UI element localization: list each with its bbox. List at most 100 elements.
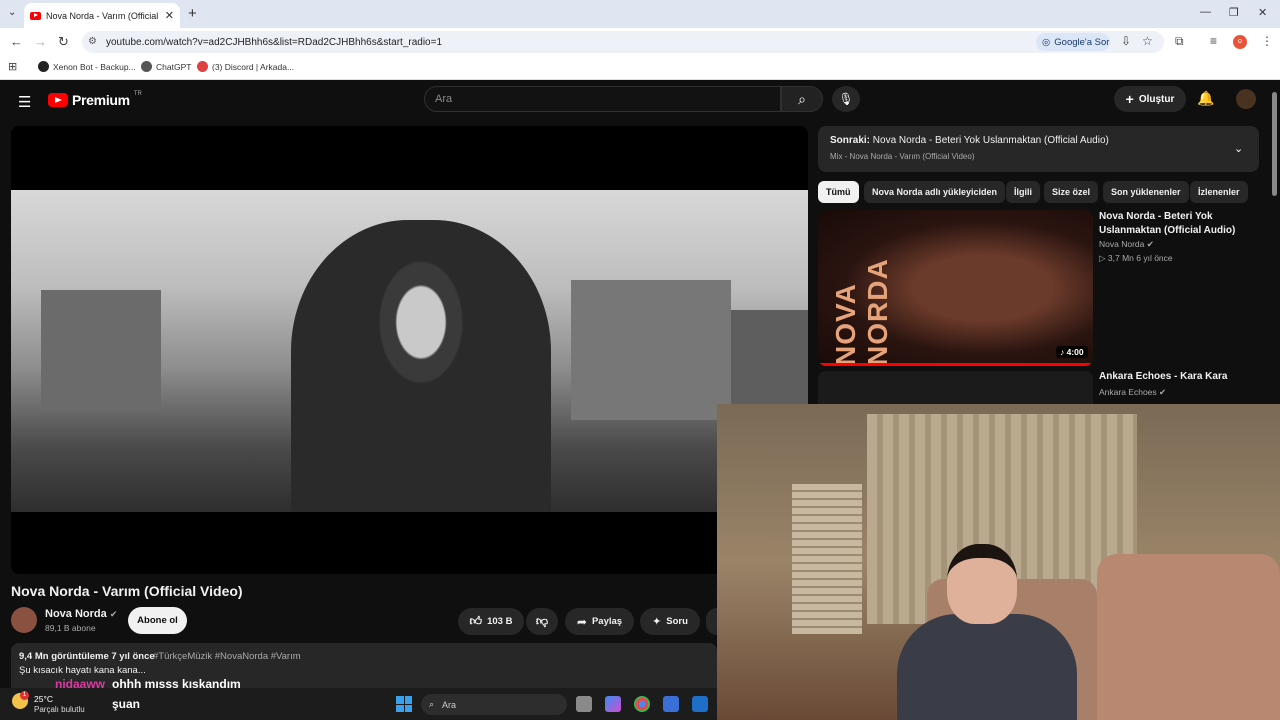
close-window-icon[interactable]: ✕ (1258, 6, 1267, 19)
bookmark-xenon[interactable]: Xenon Bot - Backup... (38, 61, 136, 72)
create-label: Oluştur (1138, 93, 1175, 105)
duration-badge: ♪ 4:00 (1056, 346, 1088, 358)
recommendation-title[interactable]: Nova Norda - Beteri Yok Uslanmaktan (Off… (1099, 210, 1259, 238)
sparkle-icon: ✦ (652, 616, 662, 628)
share-label: Paylaş (591, 616, 623, 627)
browser-tab[interactable]: Nova Norda - Varım (Official Vi ✕ (24, 3, 180, 28)
music-note-icon: ♪ (1060, 347, 1067, 357)
recommendation-thumbnail[interactable] (818, 371, 1093, 404)
apps-grid-icon[interactable]: ⊞ (8, 60, 17, 73)
page-scrollbar[interactable] (1272, 92, 1277, 196)
voice-search-button[interactable]: 🎙 (832, 86, 860, 112)
ask-google-button[interactable]: ◎ Google'a Sor (1036, 33, 1110, 51)
tab-search-icon[interactable]: ⌄ (8, 7, 16, 18)
region-code: TR (133, 91, 142, 97)
view-count: 9,4 Mn görüntüleme 7 yıl önce (19, 651, 155, 662)
notifications-bell-icon[interactable]: 🔔 (1197, 90, 1214, 107)
webcam-overlay (717, 404, 1280, 720)
chip-related[interactable]: İlgili (1006, 181, 1040, 203)
video-title: Nova Norda - Varım (Official Video) (11, 583, 243, 599)
taskbar-search[interactable]: ⌕ Ara (421, 694, 567, 715)
chip-for-you[interactable]: Size özel (1044, 181, 1099, 203)
ask-google-label: Google'a Sor (1054, 36, 1110, 48)
tab-title: Nova Norda - Varım (Official Vi (46, 10, 161, 21)
new-tab-icon[interactable]: + (188, 5, 197, 22)
reload-icon[interactable]: ↻ (58, 34, 69, 50)
chip-recent[interactable]: Son yüklenenler (1103, 181, 1189, 203)
account-avatar[interactable] (1236, 89, 1256, 109)
search-input[interactable]: Ara (424, 86, 781, 112)
video-player[interactable] (11, 126, 808, 574)
taskbar-search-placeholder: Ara (442, 699, 457, 710)
store-icon[interactable] (663, 696, 679, 712)
youtube-logo[interactable]: Premium TR (48, 91, 142, 108)
bookmark-label: ChatGPT (156, 61, 192, 72)
hashtags[interactable]: #TürkçeMüzik #NovaNorda #Varım (153, 651, 301, 662)
chat-message: ohhh mısss kıskandım (112, 677, 241, 691)
thumbs-up-icon: 👍︎ (469, 614, 483, 628)
forward-icon[interactable]: → (34, 34, 47, 49)
streamer-body (897, 614, 1077, 720)
restore-icon[interactable]: ❐ (1229, 6, 1239, 19)
install-icon[interactable]: ⇩ (1121, 34, 1131, 48)
like-button[interactable]: 👍︎ 103 B (458, 608, 524, 635)
bookmark-star-icon[interactable]: ☆ (1142, 34, 1153, 48)
chevron-down-icon[interactable]: ⌄ (1234, 142, 1243, 155)
window-blind (792, 484, 862, 634)
windows-start-icon[interactable] (396, 696, 412, 712)
weather-condition[interactable]: Parçalı bulutlu (34, 705, 85, 714)
discord-icon (197, 61, 208, 72)
extensions-icon[interactable]: ⧉ (1175, 34, 1184, 49)
close-tab-icon[interactable]: ✕ (165, 9, 174, 22)
task-view-icon[interactable] (576, 696, 592, 712)
recommendation-channel[interactable]: Ankara Echoes ✔ (1099, 387, 1166, 398)
bookmark-chatgpt[interactable]: ChatGPT (141, 61, 191, 72)
media-icon[interactable]: ≡ (1210, 34, 1217, 48)
outlook-icon[interactable] (692, 696, 708, 712)
verified-icon: ✔ (109, 609, 118, 619)
recommendation-meta: ▷ 3,7 Mn 6 yıl önce (1099, 253, 1173, 263)
weather-badge: 1 (20, 691, 29, 700)
channel-name-text: Nova Norda (45, 608, 107, 620)
chip-all[interactable]: Tümü (818, 181, 859, 203)
chip-from-uploader[interactable]: Nova Norda adlı yükleyiciden (864, 181, 1006, 203)
recommendation-thumbnail[interactable]: NOVA NORDA (818, 210, 1093, 366)
thumbs-down-icon: 👎︎ (535, 614, 549, 628)
url-text[interactable]: youtube.com/watch?v=ad2CJHBhh6s&list=RDa… (106, 37, 442, 48)
up-next-prefix: Sonraki: (830, 135, 871, 146)
dislike-button[interactable]: 👎︎ (526, 608, 558, 635)
search-button[interactable]: ⌕ (781, 86, 823, 112)
recommendation-channel-text: Nova Norda (1099, 239, 1145, 249)
lens-icon: ◎ (1042, 36, 1051, 48)
site-info-icon[interactable]: ⚙ (88, 36, 97, 47)
bookmark-discord[interactable]: (3) Discord | Arkada... (197, 61, 294, 72)
channel-avatar[interactable] (11, 607, 37, 633)
youtube-play-icon (48, 93, 68, 107)
menu-icon[interactable]: ☰ (18, 93, 31, 111)
watch-progress-bar (818, 363, 1093, 366)
duration-text: 4:00 (1066, 347, 1084, 357)
share-icon: ➦ (576, 614, 587, 629)
chrome-icon[interactable] (634, 696, 650, 712)
up-next-title: Sonraki: Nova Norda - Beteri Yok Uslanma… (830, 135, 1109, 146)
bookmark-label: Xenon Bot - Backup... (53, 61, 136, 72)
subscribe-button[interactable]: Abone ol (128, 607, 187, 634)
more-actions-button[interactable] (706, 608, 717, 635)
recommendation-channel[interactable]: Nova Norda ✔ (1099, 239, 1154, 250)
more-menu-icon[interactable]: ⋮ (1261, 34, 1273, 48)
up-next-panel[interactable] (818, 126, 1259, 172)
chip-watched[interactable]: İzlenenler (1190, 181, 1248, 203)
search-icon: ⌕ (798, 91, 806, 107)
back-icon[interactable]: ← (10, 34, 23, 49)
chatgpt-icon (141, 61, 152, 72)
copilot-icon[interactable] (605, 696, 621, 712)
bookmarks-bar (0, 56, 1280, 80)
recommendation-title[interactable]: Ankara Echoes - Kara Kara (1099, 371, 1227, 382)
channel-name[interactable]: Nova Norda ✔ (45, 608, 117, 620)
share-button[interactable]: ➦ Paylaş (565, 608, 634, 635)
minimize-icon[interactable]: — (1200, 6, 1211, 18)
temperature[interactable]: 25°C (34, 694, 53, 704)
profile-avatar[interactable]: o (1233, 35, 1247, 49)
ask-button[interactable]: ✦ Soru (640, 608, 700, 635)
create-button[interactable]: + Oluştur (1114, 86, 1186, 112)
